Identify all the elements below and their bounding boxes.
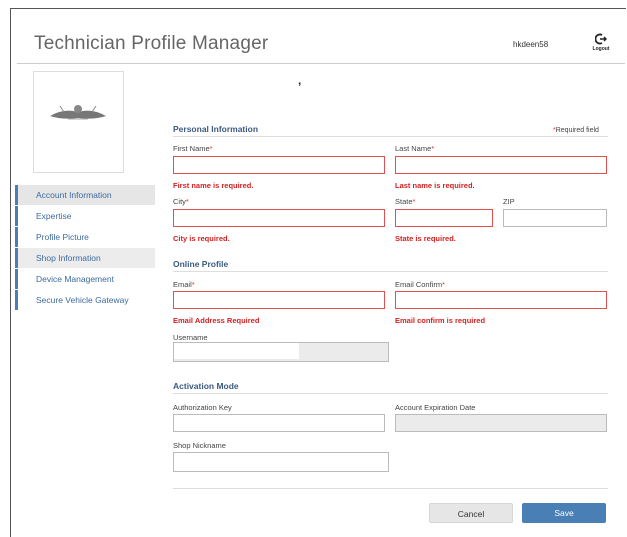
last-name-label-text: Last Name: [395, 144, 432, 153]
save-button[interactable]: Save: [522, 503, 606, 523]
sidebar-item-account-information[interactable]: Account Information: [15, 185, 155, 205]
email-field[interactable]: [173, 291, 385, 309]
first-name-error: First name is required.: [173, 181, 254, 190]
sidebar-item-shop-information[interactable]: Shop Information: [15, 248, 155, 268]
sidebar-item-profile-picture[interactable]: Profile Picture: [15, 227, 155, 247]
username-label: hkdeen58: [513, 40, 549, 49]
first-name-label: First Name*: [173, 144, 213, 153]
zip-label: ZIP: [503, 197, 515, 206]
form-footer-divider: [173, 488, 608, 489]
last-name-error: Last name is required.: [395, 181, 475, 190]
online-profile-heading: Online Profile: [173, 259, 229, 269]
username-field-label: Username: [173, 333, 208, 342]
last-name-label: Last Name*: [395, 144, 435, 153]
username-value: [174, 343, 299, 359]
activation-mode-divider: [173, 393, 608, 394]
city-label-text: City: [173, 197, 186, 206]
logout-icon: [595, 33, 607, 45]
sidebar-item-secure-vehicle-gateway[interactable]: Secure Vehicle Gateway: [15, 290, 155, 310]
email-label-text: Email: [173, 280, 192, 289]
email-error: Email Address Required: [173, 316, 260, 325]
state-label: State*: [395, 197, 416, 206]
required-field-note: *Required field: [553, 127, 599, 134]
state-error: State is required.: [395, 234, 456, 243]
personal-info-heading: Personal Information: [173, 124, 259, 134]
shop-nickname-label: Shop Nickname: [173, 441, 226, 450]
sidebar-nav: Account Information Expertise Profile Pi…: [15, 185, 155, 311]
profile-avatar: [33, 71, 124, 173]
logout-label: Logout: [592, 46, 610, 52]
city-field[interactable]: [173, 209, 385, 227]
header-divider: [17, 63, 625, 64]
activation-mode-heading: Activation Mode: [173, 381, 239, 391]
page-title: Technician Profile Manager: [34, 33, 269, 54]
authorization-key-field[interactable]: [173, 414, 385, 432]
state-field[interactable]: [395, 209, 493, 227]
last-name-field[interactable]: [395, 156, 607, 174]
personal-info-divider: [173, 136, 608, 137]
account-expiration-label: Account Expiration Date: [395, 403, 476, 412]
required-field-note-text: Required field: [555, 127, 599, 134]
logout-button[interactable]: Logout: [590, 33, 612, 52]
state-label-text: State: [395, 197, 413, 206]
sidebar-item-device-management[interactable]: Device Management: [15, 269, 155, 289]
email-confirm-error: Email confirm is required: [395, 316, 486, 325]
authorization-key-label: Authorization Key: [173, 403, 232, 412]
sidebar-item-expertise[interactable]: Expertise: [15, 206, 155, 226]
email-confirm-label-text: Email Confirm: [395, 280, 443, 289]
first-name-label-text: First Name: [173, 144, 210, 153]
profile-logo-image: [50, 105, 106, 120]
email-confirm-field[interactable]: [395, 291, 607, 309]
city-error: City is required.: [173, 234, 230, 243]
email-label: Email*: [173, 280, 195, 289]
online-profile-divider: [173, 271, 608, 272]
account-expiration-field: [395, 414, 607, 432]
city-label: City*: [173, 197, 189, 206]
first-name-field[interactable]: [173, 156, 385, 174]
email-confirm-label: Email Confirm*: [395, 280, 446, 289]
loading-indicator: ’: [298, 80, 302, 94]
cancel-button[interactable]: Cancel: [429, 503, 513, 523]
zip-field[interactable]: [503, 209, 607, 227]
shop-nickname-field[interactable]: [173, 452, 389, 472]
